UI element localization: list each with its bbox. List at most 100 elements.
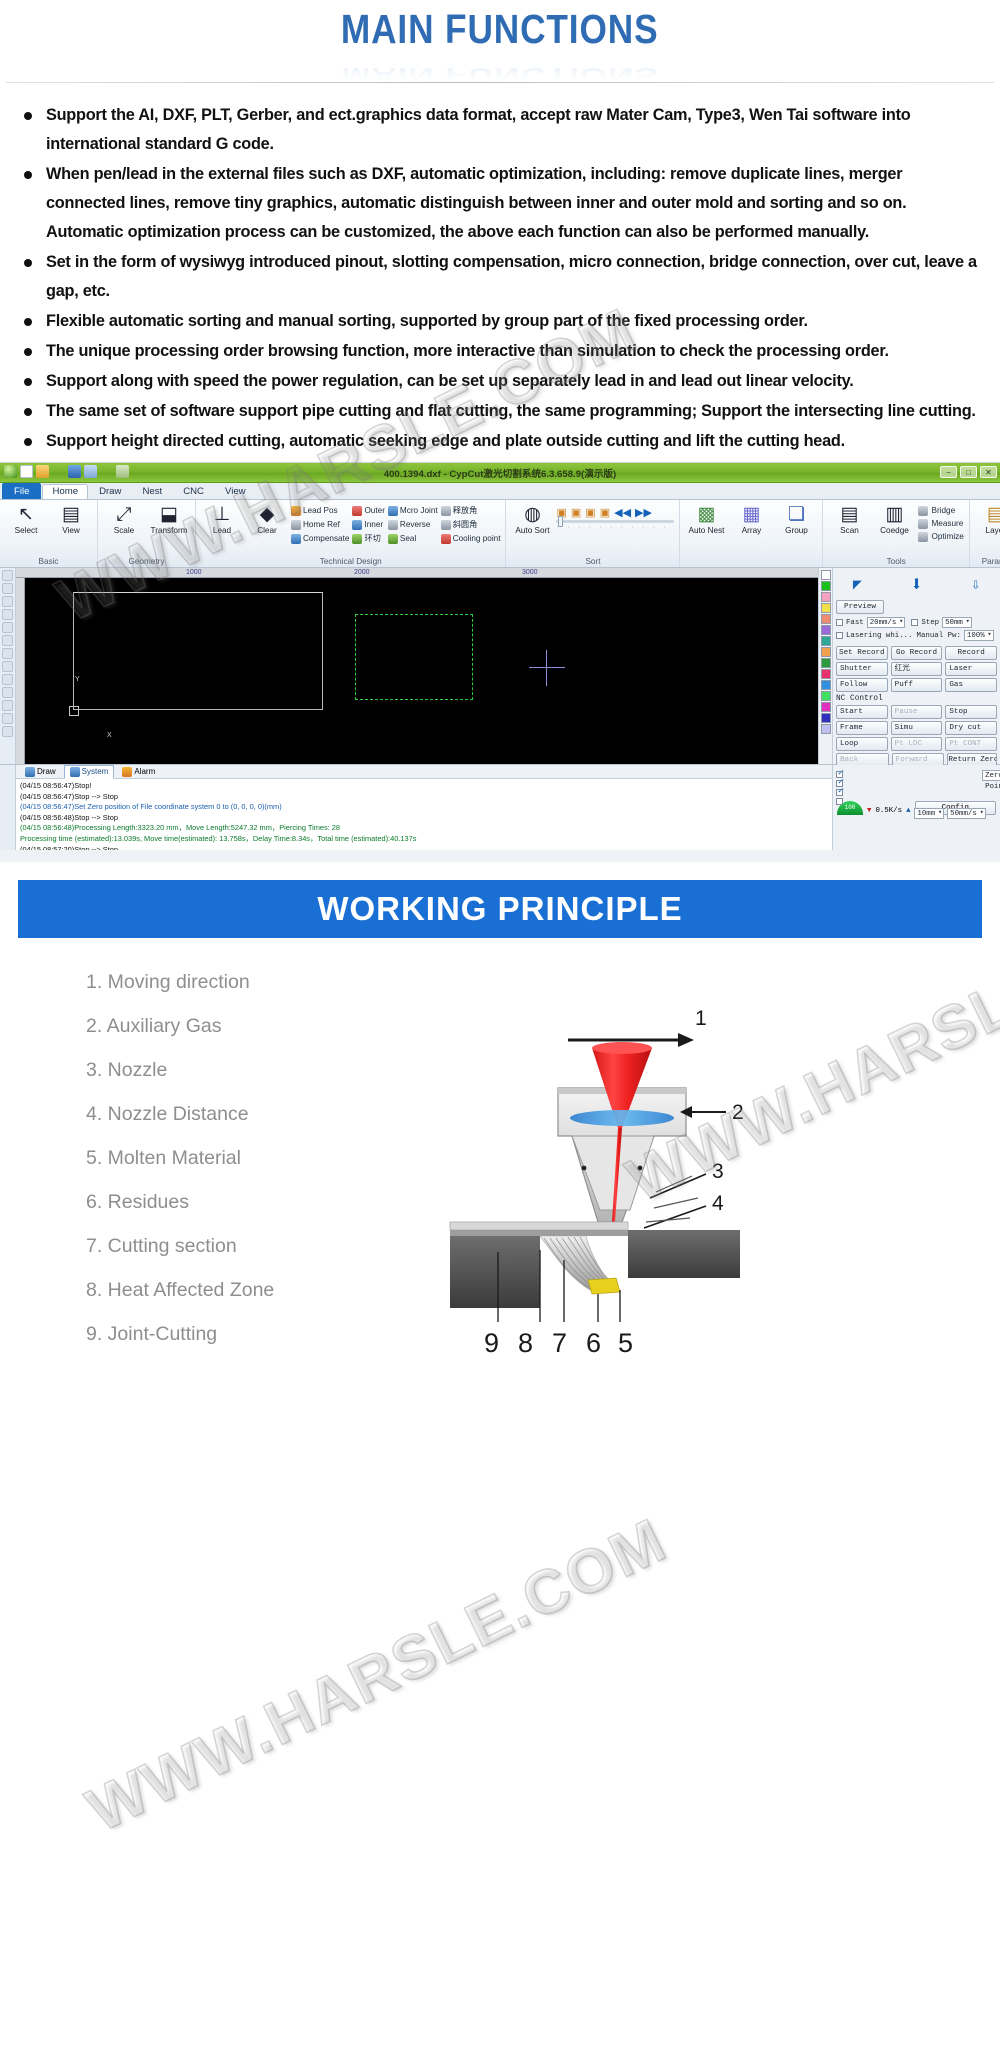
layer-swatch-orange[interactable] [820,647,831,657]
window-buttons[interactable]: − □ ✕ [940,466,997,478]
tool-line-icon[interactable] [2,583,13,594]
bevel-fillet-item[interactable]: 斜圆角 [440,518,501,531]
scan-button[interactable]: ▤ Scan [828,502,870,536]
step-checkbox-row[interactable]: Step 50mm [911,617,972,628]
sort-icon-3[interactable]: ▣ [585,506,595,520]
puff-button[interactable]: Puff [890,678,943,692]
view-button[interactable]: ▤ View [50,502,92,536]
log-tab-strip[interactable]: Draw System Alarm [16,764,832,779]
clear-button[interactable]: ◆ Clear [246,502,288,536]
maximize-button[interactable]: □ [960,466,977,478]
pt-cont-button[interactable]: Pt CONT [945,737,998,751]
sort-icon-2[interactable]: ▣ [571,506,581,520]
layer-swatch-navy[interactable] [820,713,831,723]
coedge-button[interactable]: ▥ Coedge [873,502,915,536]
tab-file[interactable]: File [2,483,42,499]
micro-joint-item[interactable]: Mcro Joint [387,504,438,517]
layer-swatch-green[interactable] [820,581,831,591]
tool-rect-icon[interactable] [2,596,13,607]
canvas-selected-part[interactable] [355,614,473,700]
sort-slider-handle[interactable] [558,516,564,527]
layer-swatch-lime[interactable] [820,691,831,701]
pt-loc-button[interactable]: Pt LOC [890,737,943,751]
tab-cnc[interactable]: CNC [173,484,214,499]
jog-up-left-icon[interactable]: ◤ [853,578,862,593]
sort-prev-icon[interactable]: ◀◀ [614,506,631,520]
tool-pointer-icon[interactable] [2,570,13,581]
soft-limit-checkbox[interactable] [836,797,843,805]
tool-mirror-icon[interactable] [2,661,13,672]
tab-nest[interactable]: Nest [132,484,172,499]
drawing-canvas-wrap[interactable]: 1000 2000 3000 Y X [16,568,818,764]
tool-node-icon[interactable] [2,713,13,724]
step-size-select[interactable]: 50mm [942,617,972,628]
start-button[interactable]: Start [836,705,888,719]
lasering-checkbox[interactable] [836,632,843,639]
log-tab-draw[interactable]: Draw [19,765,62,779]
pause-button[interactable]: Pause [890,705,943,719]
jog-down-icon[interactable]: ⬇ [895,576,937,597]
simu-button[interactable]: Simu [890,721,943,735]
log-lines[interactable]: (04/15 08:56:47)Stop! (04/15 08:56:47)St… [16,779,832,850]
bridge-item[interactable]: Bridge [918,505,963,517]
scale-button[interactable]: ⤢ Scale [103,502,145,536]
laser-button[interactable]: Laser [945,662,998,676]
release-angle-item[interactable]: 释放角 [440,504,501,517]
layer-swatch-red[interactable] [820,669,831,679]
auto-nest-button[interactable]: ▩ Auto Nest [685,502,727,536]
transform-button[interactable]: ⬓ Transform [148,502,190,536]
layer-swatch-purple[interactable] [820,625,831,635]
layer-button[interactable]: ▤ Layer [975,502,1000,536]
manual-power-row[interactable]: Manual Pw: 100% [917,630,994,641]
tool-rotate-icon[interactable] [2,674,13,685]
only-selected-checkbox[interactable] [836,786,844,796]
cooling-point-item[interactable]: Cooling point [440,532,500,545]
tab-draw[interactable]: Draw [89,484,131,499]
fast-checkbox-row[interactable]: Fast 20mm/s [836,617,906,628]
layer-swatch-white[interactable] [820,570,831,580]
log-tab-system[interactable]: System [63,764,115,779]
tab-home[interactable]: Home [42,484,89,499]
sort-icon-row[interactable]: ▣ ▣ ▣ ▣ ◀◀ ▶▶ [556,506,674,520]
canvas-rectangle-part[interactable] [73,592,323,710]
zero-point-select[interactable]: Zero Point [982,770,1000,791]
back-forward-distance-select[interactable]: 10mm [914,808,945,819]
seal-item[interactable]: Seal [387,532,438,545]
inner-item[interactable]: Inner [352,518,384,531]
array-button[interactable]: ▦ Array [730,502,772,536]
auto-sort-button[interactable]: ◍ Auto Sort [511,502,553,536]
log-tab-alarm[interactable]: Alarm [116,765,161,779]
layer-swatch-lavender[interactable] [820,724,831,734]
stop-button[interactable]: Stop [945,705,998,719]
layer-swatch-yellow[interactable] [820,603,831,613]
measure-item[interactable]: Measure [918,518,963,530]
loop-button[interactable]: Loop [836,737,888,751]
shutter-button[interactable]: Shutter [836,662,888,676]
tool-polyline-icon[interactable] [2,622,13,633]
fast-speed-select[interactable]: 20mm/s [866,617,906,628]
red-light-button[interactable]: 红光 [890,662,943,676]
layer-swatch-green2[interactable] [820,658,831,668]
select-button[interactable]: ↖ Select [5,502,47,536]
layer-color-bar[interactable] [818,568,832,764]
outer-item[interactable]: Outer [352,504,385,517]
group-button[interactable]: ❏ Group [775,502,817,536]
left-toolbar[interactable] [0,568,16,764]
layer-swatch-pink[interactable] [820,592,831,602]
frame-button[interactable]: Frame [836,721,888,735]
layer-swatch-blue[interactable] [820,680,831,690]
tool-offset-icon[interactable] [2,726,13,737]
layer-swatch-teal[interactable] [820,636,831,646]
compensate-item[interactable]: Compensate [291,532,349,545]
preview-button[interactable]: Preview [836,600,884,614]
tool-circle-icon[interactable] [2,609,13,620]
sort-icon-4[interactable]: ▣ [600,506,610,520]
back-forward-speed-select[interactable]: 50mm/s [947,808,986,819]
tool-zoom-icon[interactable] [2,687,13,698]
record-dropdown-button[interactable]: Record [945,646,998,660]
tab-view[interactable]: View [215,484,256,499]
minimize-button[interactable]: − [940,466,957,478]
manual-power-select[interactable]: 100% [963,630,994,641]
fast-checkbox[interactable] [836,619,843,626]
lead-button[interactable]: ⊥ Lead [201,502,243,536]
